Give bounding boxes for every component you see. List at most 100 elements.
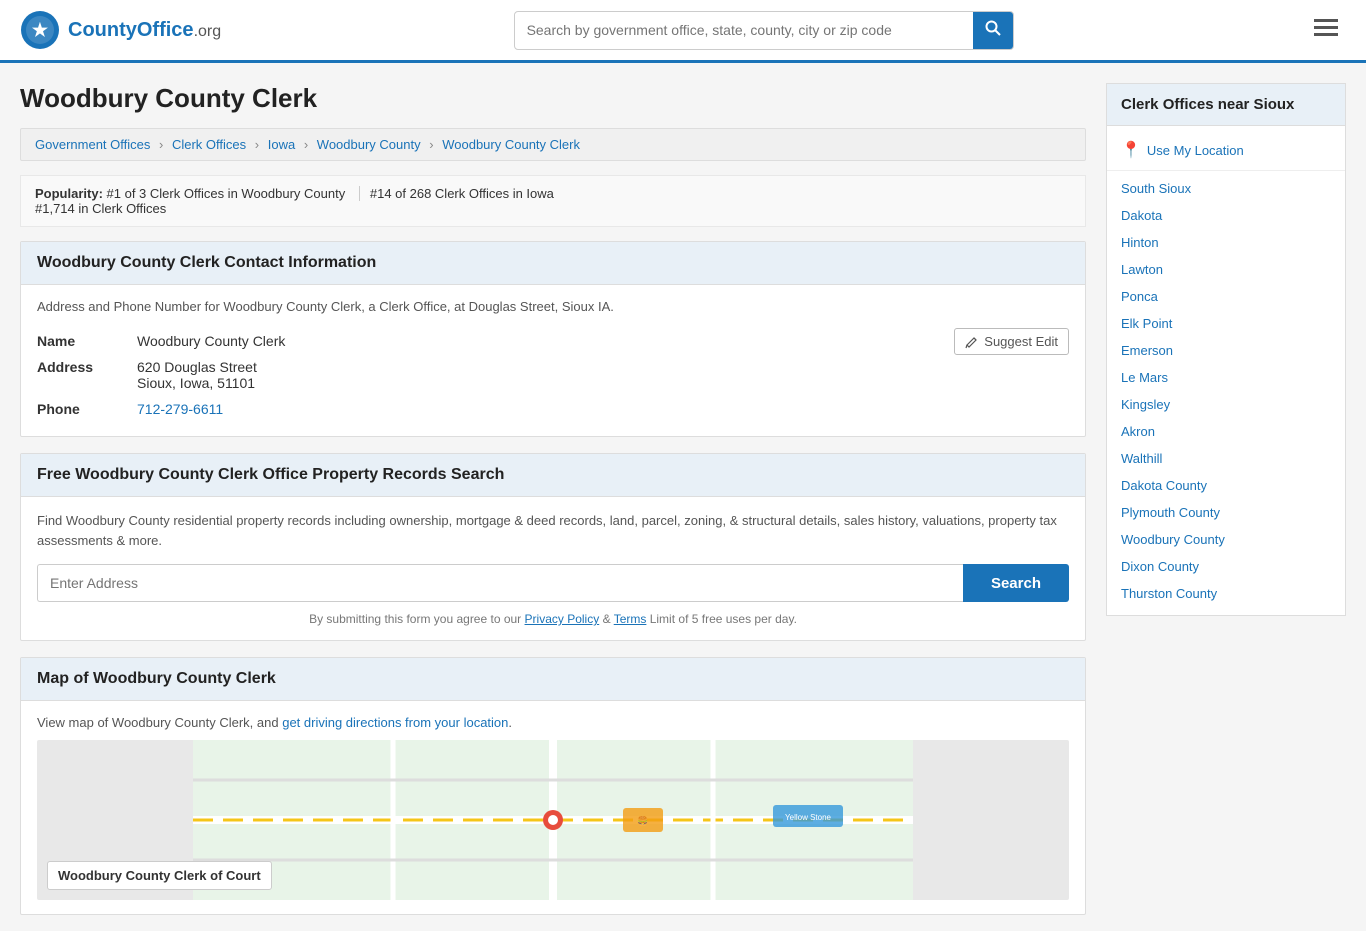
contact-phone-row: Phone 712-279-6611 [37, 396, 1069, 422]
property-search-description: Find Woodbury County residential propert… [37, 511, 1069, 550]
map-section: Map of Woodbury County Clerk View map of… [20, 657, 1086, 915]
map-label: Woodbury County Clerk of Court [47, 861, 272, 890]
breadcrumb-link-3[interactable]: Woodbury County [317, 137, 421, 152]
address-label: Address [37, 354, 137, 396]
contact-section: Woodbury County Clerk Contact Informatio… [20, 241, 1086, 437]
sidebar-item-0[interactable]: South Sioux [1107, 175, 1345, 202]
breadcrumb: Government Offices › Clerk Offices › Iow… [20, 128, 1086, 161]
sidebar-item-4[interactable]: Ponca [1107, 283, 1345, 310]
sidebar-item-15[interactable]: Thurston County [1107, 580, 1345, 607]
contact-table: Name Woodbury County Clerk Address 620 D… [37, 328, 1069, 422]
address-line2: Sioux, Iowa, 51101 [137, 375, 255, 391]
privacy-policy-link[interactable]: Privacy Policy [525, 612, 600, 626]
sidebar-item-9[interactable]: Akron [1107, 418, 1345, 445]
header: ★ CountyOffice.org [0, 0, 1366, 63]
breadcrumb-sep-3: › [429, 137, 433, 152]
address-input[interactable] [37, 564, 963, 602]
sidebar-item-3[interactable]: Lawton [1107, 256, 1345, 283]
sidebar-item-13[interactable]: Woodbury County [1107, 526, 1345, 553]
breadcrumb-link-2[interactable]: Iowa [268, 137, 295, 152]
property-search-section: Free Woodbury County Clerk Office Proper… [20, 453, 1086, 641]
breadcrumb-link-4[interactable]: Woodbury County Clerk [442, 137, 580, 152]
address-value: 620 Douglas Street Sioux, Iowa, 51101 [137, 354, 1069, 396]
contact-section-header: Woodbury County Clerk Contact Informatio… [21, 242, 1085, 285]
sidebar-item-11[interactable]: Dakota County [1107, 472, 1345, 499]
contact-section-body: Address and Phone Number for Woodbury Co… [21, 285, 1085, 436]
map-section-header: Map of Woodbury County Clerk [21, 658, 1085, 701]
sidebar-item-2[interactable]: Hinton [1107, 229, 1345, 256]
sidebar-item-5[interactable]: Elk Point [1107, 310, 1345, 337]
sidebar-link-7[interactable]: Le Mars [1121, 370, 1168, 385]
and-text: & [603, 612, 611, 626]
terms-link[interactable]: Terms [614, 612, 647, 626]
hamburger-icon [1314, 19, 1338, 37]
sidebar-link-2[interactable]: Hinton [1121, 235, 1159, 250]
breadcrumb-link-1[interactable]: Clerk Offices [172, 137, 246, 152]
sidebar-link-4[interactable]: Ponca [1121, 289, 1158, 304]
popularity-separator-1 [359, 186, 360, 201]
address-line1: 620 Douglas Street [137, 359, 257, 375]
logo-brand: CountyOffice [68, 19, 194, 41]
menu-button[interactable] [1306, 13, 1346, 47]
contact-name-row: Name Woodbury County Clerk [37, 328, 1069, 354]
sidebar-link-8[interactable]: Kingsley [1121, 397, 1170, 412]
breadcrumb-sep-0: › [159, 137, 163, 152]
sidebar-item-14[interactable]: Dixon County [1107, 553, 1345, 580]
map-desc-text: View map of Woodbury County Clerk, and [37, 715, 279, 730]
limit-text: Limit of 5 free uses per day. [650, 612, 797, 626]
sidebar-link-14[interactable]: Dixon County [1121, 559, 1199, 574]
logo-icon: ★ [20, 10, 60, 50]
logo-text: CountyOffice.org [68, 19, 221, 42]
sidebar-use-location: 📍 Use My Location [1107, 134, 1345, 171]
sidebar-item-12[interactable]: Plymouth County [1107, 499, 1345, 526]
privacy-note: By submitting this form you agree to our… [37, 612, 1069, 626]
popularity-rank1: #1 of 3 Clerk Offices in Woodbury County [107, 186, 346, 201]
header-search-button[interactable] [973, 12, 1013, 49]
popularity-bar: Popularity: #1 of 3 Clerk Offices in Woo… [20, 175, 1086, 227]
sidebar-link-15[interactable]: Thurston County [1121, 586, 1217, 601]
svg-text:Yellow Stone: Yellow Stone [785, 813, 832, 822]
sidebar-item-1[interactable]: Dakota [1107, 202, 1345, 229]
logo-suffix: .org [194, 23, 222, 40]
privacy-text: By submitting this form you agree to our [309, 612, 521, 626]
phone-label: Phone [37, 396, 137, 422]
name-value: Woodbury County Clerk [137, 328, 1069, 354]
sidebar-link-13[interactable]: Woodbury County [1121, 532, 1225, 547]
sidebar-link-5[interactable]: Elk Point [1121, 316, 1172, 331]
driving-directions-link[interactable]: get driving directions from your locatio… [282, 715, 508, 730]
sidebar-link-11[interactable]: Dakota County [1121, 478, 1207, 493]
search-button[interactable]: Search [963, 564, 1069, 602]
contact-description: Address and Phone Number for Woodbury Co… [37, 299, 1069, 314]
sidebar-link-1[interactable]: Dakota [1121, 208, 1162, 223]
sidebar-link-9[interactable]: Akron [1121, 424, 1155, 439]
sidebar-link-12[interactable]: Plymouth County [1121, 505, 1220, 520]
sidebar-item-6[interactable]: Emerson [1107, 337, 1345, 364]
popularity-rank2: #14 of 268 Clerk Offices in Iowa [370, 186, 554, 201]
map-description: View map of Woodbury County Clerk, and g… [37, 715, 1069, 730]
phone-link[interactable]: 712-279-6611 [137, 401, 223, 417]
sidebar-title: Clerk Offices near Sioux [1106, 83, 1346, 126]
breadcrumb-link-0[interactable]: Government Offices [35, 137, 150, 152]
page-title: Woodbury County Clerk [20, 83, 1086, 114]
suggest-edit-label: Suggest Edit [984, 334, 1058, 349]
phone-value: 712-279-6611 [137, 396, 1069, 422]
sidebar-link-3[interactable]: Lawton [1121, 262, 1163, 277]
sidebar-link-6[interactable]: Emerson [1121, 343, 1173, 358]
sidebar-link-10[interactable]: Walthill [1121, 451, 1162, 466]
sidebar-item-10[interactable]: Walthill [1107, 445, 1345, 472]
name-label: Name [37, 328, 137, 354]
use-my-location-link[interactable]: Use My Location [1147, 143, 1244, 158]
location-pin-icon: 📍 [1121, 140, 1141, 160]
main-container: Woodbury County Clerk Government Offices… [0, 63, 1366, 931]
content-area: Woodbury County Clerk Government Offices… [20, 83, 1086, 931]
property-search-header: Free Woodbury County Clerk Office Proper… [21, 454, 1085, 497]
sidebar: Clerk Offices near Sioux 📍 Use My Locati… [1106, 83, 1346, 931]
header-search-input[interactable] [515, 14, 973, 46]
sidebar-item-7[interactable]: Le Mars [1107, 364, 1345, 391]
sidebar-item-8[interactable]: Kingsley [1107, 391, 1345, 418]
edit-icon [965, 335, 979, 349]
breadcrumb-sep-1: › [255, 137, 259, 152]
popularity-rank3: #1,714 [35, 201, 75, 216]
sidebar-link-0[interactable]: South Sioux [1121, 181, 1191, 196]
suggest-edit-button[interactable]: Suggest Edit [954, 328, 1069, 355]
